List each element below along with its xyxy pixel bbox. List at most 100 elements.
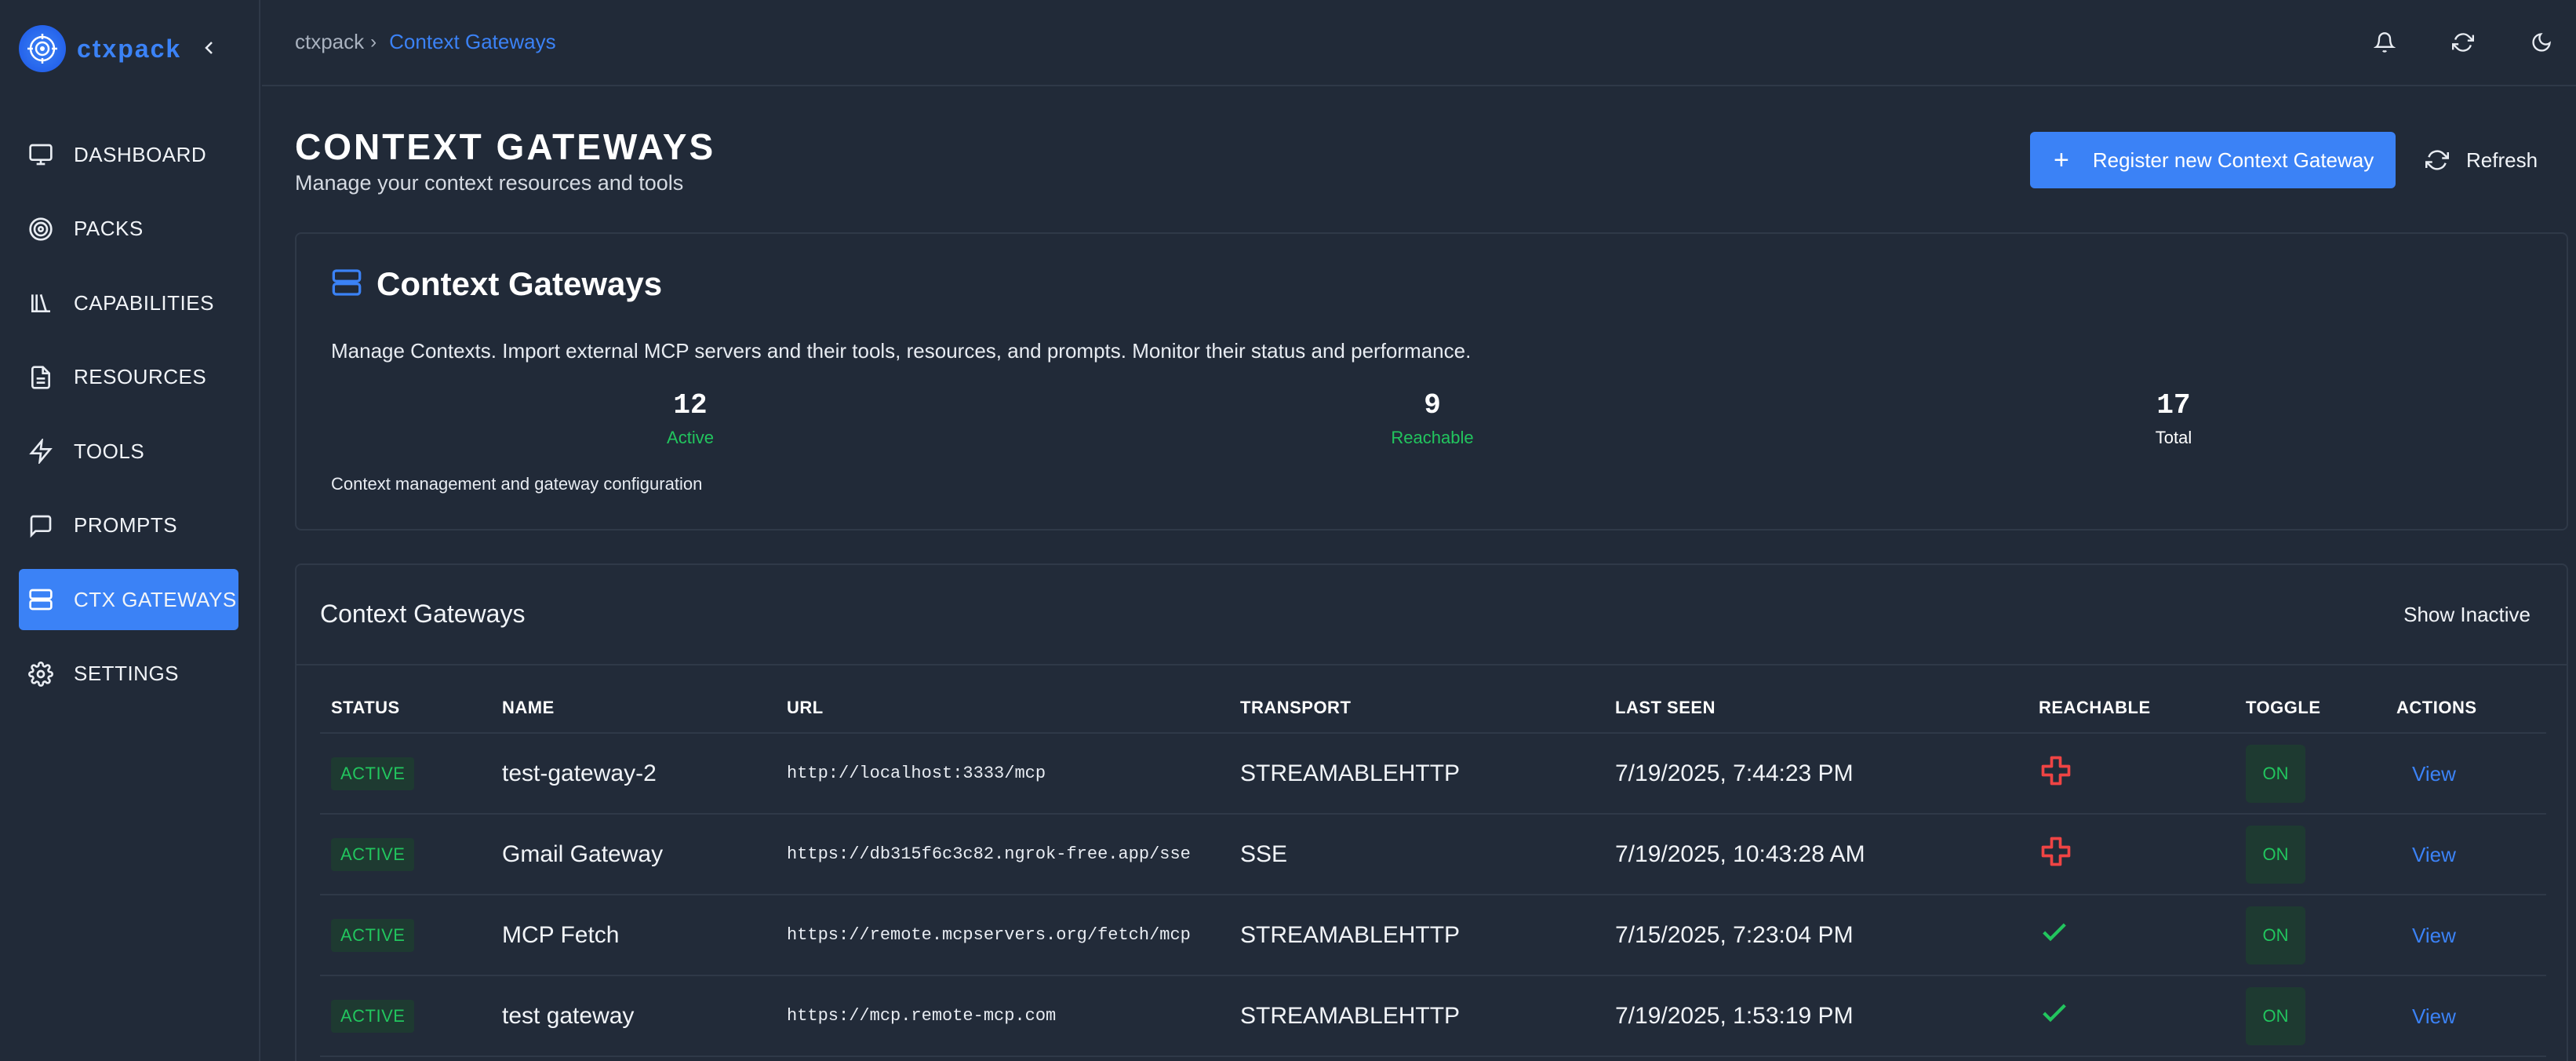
gateways-table: STATUS NAME URL TRANSPORT LAST SEEN REAC… xyxy=(320,683,2546,1057)
reachable-cell xyxy=(2028,895,2235,976)
table-header-row: STATUS NAME URL TRANSPORT LAST SEEN REAC… xyxy=(320,683,2546,734)
gateway-url: https://mcp.remote-mcp.com xyxy=(776,975,1229,1057)
table-row: ACTIVE MCP Fetch https://remote.mcpserve… xyxy=(320,895,2546,976)
library-icon xyxy=(27,289,55,317)
column-header-toggle[interactable]: TOGGLE xyxy=(2235,683,2385,734)
unreachable-cross-icon xyxy=(2041,756,2071,785)
toggle-button[interactable]: ON xyxy=(2246,986,2305,1045)
gear-icon xyxy=(27,660,55,688)
breadcrumb-root[interactable]: ctxpack xyxy=(295,30,364,54)
view-link[interactable]: View xyxy=(2396,762,2456,786)
column-header-last-seen[interactable]: LAST SEEN xyxy=(1604,683,2028,734)
toggle-button[interactable]: ON xyxy=(2246,744,2305,803)
sidebar-item-tools[interactable]: TOOLS xyxy=(19,421,238,482)
summary-description: Manage Contexts. Import external MCP ser… xyxy=(331,339,1472,363)
breadcrumb-current[interactable]: Context Gateways xyxy=(389,30,555,54)
gateway-transport: STREAMABLEHTTP xyxy=(1229,895,1604,976)
table-row: ACTIVE test gateway https://mcp.remote-m… xyxy=(320,975,2546,1057)
gateway-name: MCP Fetch xyxy=(491,895,776,976)
column-header-url[interactable]: URL xyxy=(776,683,1229,734)
gateway-transport: STREAMABLEHTTP xyxy=(1229,733,1604,815)
register-gateway-button[interactable]: + Register new Context Gateway xyxy=(2030,132,2396,188)
unreachable-cross-icon xyxy=(2041,837,2071,866)
stat-value: 17 xyxy=(2156,389,2191,421)
refresh-label: Refresh xyxy=(2466,148,2538,172)
summary-footer: Context management and gateway configura… xyxy=(331,474,703,494)
status-badge: ACTIVE xyxy=(331,757,415,790)
refresh-button[interactable]: Refresh xyxy=(2425,132,2559,188)
sidebar-item-label: TOOLS xyxy=(74,439,145,463)
reachable-cell xyxy=(2028,814,2235,895)
table-card-header: Context Gateways Show Inactive xyxy=(297,565,2567,665)
reachable-cell xyxy=(2028,975,2235,1057)
column-header-actions[interactable]: ACTIONS xyxy=(2385,683,2546,734)
bolt-icon xyxy=(27,437,55,465)
gateway-url: http://localhost:3333/mcp xyxy=(776,733,1229,815)
bell-icon xyxy=(2374,32,2396,53)
sidebar-item-resources[interactable]: RESOURCES xyxy=(19,347,238,408)
sidebar-item-label: RESOURCES xyxy=(74,365,207,388)
table-row: ACTIVE Gmail Gateway https://db315f6c3c8… xyxy=(320,814,2546,895)
gateway-last-seen: 7/15/2025, 7:23:04 PM xyxy=(1604,895,2028,976)
sidebar-item-label: SETTINGS xyxy=(74,662,180,685)
document-icon xyxy=(27,363,55,392)
gateway-last-seen: 7/19/2025, 1:53:19 PM xyxy=(1604,975,2028,1057)
stat-label: Total xyxy=(2155,428,2192,447)
view-link[interactable]: View xyxy=(2396,843,2456,866)
gateway-name: test-gateway-2 xyxy=(491,733,776,815)
sidebar-item-packs[interactable]: PACKS xyxy=(19,199,238,260)
refresh-icon xyxy=(2452,33,2474,52)
status-badge: ACTIVE xyxy=(331,918,415,952)
sidebar-item-ctx-gateways[interactable]: CTX GATEWAYS xyxy=(19,569,238,630)
breadcrumb: ctxpack › Context Gateways xyxy=(295,30,556,54)
toggle-button[interactable]: ON xyxy=(2246,906,2305,964)
breadcrumb-separator: › xyxy=(370,31,377,53)
stat-value: 12 xyxy=(673,389,708,421)
sidebar-item-label: PROMPTS xyxy=(74,513,178,537)
brand[interactable]: ctxpack xyxy=(19,25,181,72)
sidebar-item-settings[interactable]: SETTINGS xyxy=(19,644,238,705)
chevron-left-icon xyxy=(205,42,213,54)
theme-toggle-button[interactable] xyxy=(2523,24,2560,61)
chat-icon xyxy=(27,512,55,540)
summary-card: Context Gateways Manage Contexts. Import… xyxy=(295,232,2568,530)
summary-title-row: Context Gateways xyxy=(331,265,662,303)
server-icon xyxy=(27,585,55,614)
gateway-last-seen: 7/19/2025, 10:43:28 AM xyxy=(1604,814,2028,895)
view-link[interactable]: View xyxy=(2396,924,2456,947)
ctxpack-logo-icon xyxy=(19,25,66,72)
sidebar-item-prompts[interactable]: PROMPTS xyxy=(19,495,238,556)
gateway-transport: SSE xyxy=(1229,814,1604,895)
column-header-reachable[interactable]: REACHABLE xyxy=(2028,683,2235,734)
column-header-name[interactable]: NAME xyxy=(491,683,776,734)
status-badge: ACTIVE xyxy=(331,837,415,871)
page-subtitle: Manage your context resources and tools xyxy=(295,171,684,195)
sidebar-item-capabilities[interactable]: CAPABILITIES xyxy=(19,272,238,334)
target-icon xyxy=(27,215,55,243)
monitor-icon xyxy=(27,140,55,169)
moon-icon xyxy=(2532,33,2551,52)
gateway-url: https://db315f6c3c82.ngrok-free.app/sse xyxy=(776,814,1229,895)
column-header-status[interactable]: STATUS xyxy=(320,683,491,734)
sidebar-nav: DASHBOARD PACKS CAPABILITIES RESOURCES T… xyxy=(19,124,238,717)
sidebar: ctxpack DASHBOARD PACKS CAPABILITIES RES… xyxy=(0,0,260,1061)
show-inactive-button[interactable]: Show Inactive xyxy=(2403,603,2531,627)
server-icon xyxy=(331,267,362,302)
stat-active: 12 Active xyxy=(612,389,769,448)
view-link[interactable]: View xyxy=(2396,1004,2456,1028)
plus-icon: + xyxy=(2054,145,2069,175)
notifications-button[interactable] xyxy=(2366,24,2403,61)
gateway-transport: STREAMABLEHTTP xyxy=(1229,975,1604,1057)
stat-value: 9 xyxy=(1424,389,1441,421)
stat-label: Active xyxy=(667,428,714,447)
gateway-name: Gmail Gateway xyxy=(491,814,776,895)
sync-button[interactable] xyxy=(2444,24,2482,61)
stat-total: 17 Total xyxy=(2095,389,2252,448)
table-row: ACTIVE test-gateway-2 http://localhost:3… xyxy=(320,733,2546,815)
collapse-sidebar-button[interactable] xyxy=(196,35,223,61)
sidebar-item-label: CAPABILITIES xyxy=(74,290,214,315)
column-header-transport[interactable]: TRANSPORT xyxy=(1229,683,1604,734)
sidebar-item-dashboard[interactable]: DASHBOARD xyxy=(19,124,238,185)
toggle-button[interactable]: ON xyxy=(2246,825,2305,884)
gateways-table-card: Context Gateways Show Inactive STATUS NA… xyxy=(295,563,2568,1061)
